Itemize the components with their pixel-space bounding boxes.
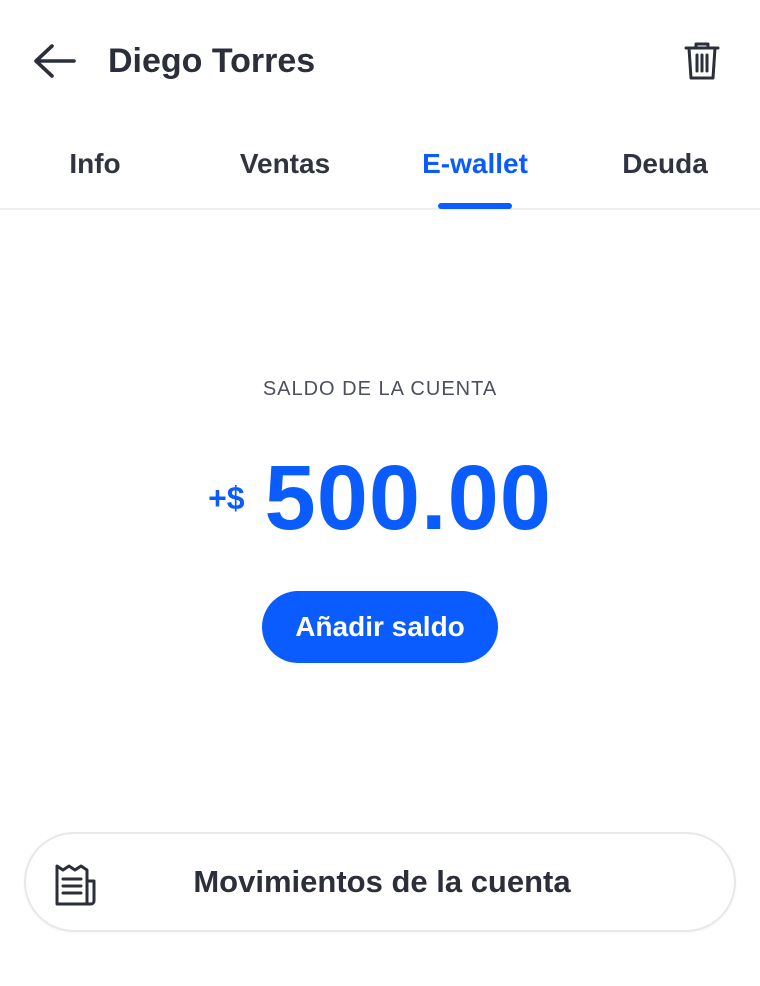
tab-label: Ventas bbox=[239, 148, 331, 179]
page-title: Diego Torres bbox=[108, 42, 316, 80]
delete-button[interactable] bbox=[676, 36, 728, 86]
arrow-left-icon bbox=[34, 44, 76, 78]
balance-prefix: +$ bbox=[208, 480, 245, 516]
add-balance-button[interactable]: Añadir saldo bbox=[262, 591, 498, 663]
tab-deuda[interactable]: Deuda bbox=[570, 120, 760, 208]
header: Diego Torres bbox=[0, 0, 760, 120]
tab-label: Deuda bbox=[622, 148, 708, 179]
account-movements-label: Movimientos de la cuenta bbox=[193, 864, 571, 899]
tab-ventas[interactable]: Ventas bbox=[190, 120, 380, 208]
tab-label: Info bbox=[69, 148, 121, 179]
app: Diego Torres Info Ventas E-wallet Deuda … bbox=[0, 0, 760, 986]
back-button[interactable] bbox=[26, 38, 82, 84]
balance-amount: 500.00 bbox=[264, 447, 552, 549]
tab-info[interactable]: Info bbox=[0, 120, 190, 208]
balance-display: +$ 500.00 bbox=[0, 446, 760, 550]
tab-bar: Info Ventas E-wallet Deuda bbox=[0, 120, 760, 210]
active-tab-indicator bbox=[438, 203, 512, 209]
tab-label: E-wallet bbox=[422, 148, 528, 179]
add-balance-label: Añadir saldo bbox=[295, 611, 465, 642]
tab-e-wallet[interactable]: E-wallet bbox=[380, 120, 570, 209]
account-movements-button[interactable]: Movimientos de la cuenta bbox=[24, 832, 736, 932]
trash-icon bbox=[684, 42, 720, 80]
balance-label: SALDO DE LA CUENTA bbox=[262, 378, 498, 400]
